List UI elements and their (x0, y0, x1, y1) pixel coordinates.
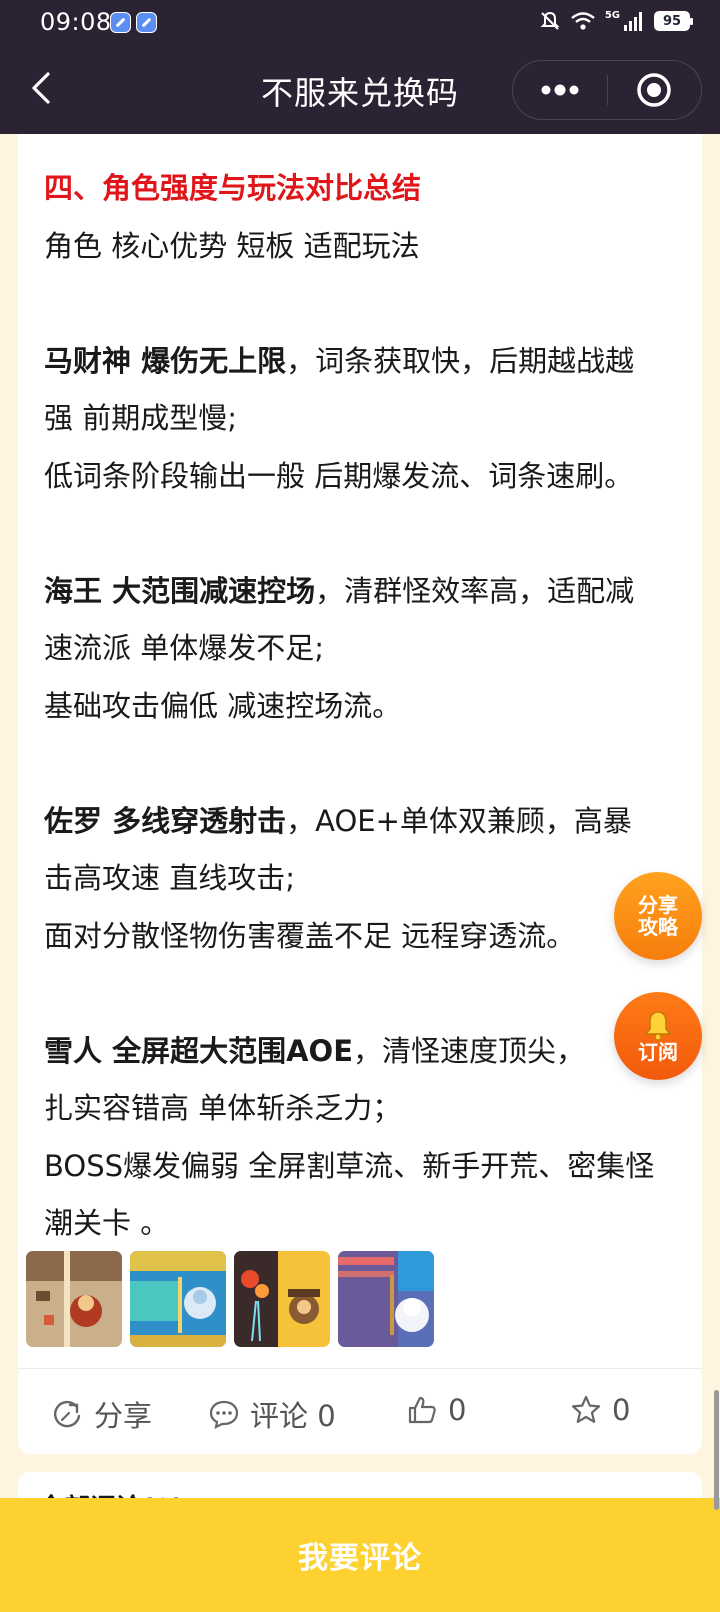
role-text: ，清群怪效率高，适配减 (315, 573, 635, 608)
share-action[interactable]: 分享 (52, 1393, 152, 1435)
thumbnail-image[interactable] (130, 1251, 226, 1347)
back-button[interactable] (24, 68, 58, 108)
role-text: ，词条获取快，后期越战越 (286, 343, 635, 378)
share-guide-label-line1: 分享 (638, 893, 678, 917)
role-line: 雪人 全屏超大范围AOE，清怪速度顶尖， (44, 1023, 704, 1081)
favorite-count: 0 (612, 1393, 631, 1427)
role-line: 海王 大范围减速控场，清群怪效率高，适配减 (44, 563, 704, 621)
thumbs-up-icon (408, 1396, 436, 1424)
mute-bell-icon (540, 11, 560, 30)
like-count: 0 (448, 1393, 467, 1427)
role-name: 海王 大范围减速控场 (44, 573, 316, 608)
role-line: 佐罗 多线穿透射击，AOE+单体双兼顾，高暴 (44, 793, 704, 851)
scrollbar[interactable] (714, 1390, 719, 1510)
status-time: 09:08 (40, 8, 112, 36)
role-line: 击高攻速 直线攻击; (44, 861, 295, 895)
favorite-action[interactable]: 0 (570, 1393, 630, 1427)
role-line: 速流派 单体爆发不足; (44, 631, 324, 665)
image-gallery (26, 1251, 434, 1347)
role-name: 雪人 全屏超大范围AOE (44, 1033, 354, 1068)
thumbnail-image[interactable] (338, 1251, 434, 1347)
role-line: 面对分散怪物伤害覆盖不足 远程穿透流。 (44, 918, 576, 953)
role-line: 强 前期成型慢; (44, 401, 237, 435)
role-name: 佐罗 多线穿透射击 (44, 803, 287, 838)
bell-icon (644, 1011, 672, 1041)
role-line: 潮关卡 。 (44, 1206, 170, 1240)
article-action-bar: 分享 评论 0 0 0 (18, 1369, 702, 1454)
game-screenshot-image (234, 1251, 330, 1347)
more-dots-icon (541, 84, 579, 96)
game-screenshot-image (338, 1251, 434, 1347)
battery-icon: 95 (654, 11, 693, 31)
article-card: 四、角色强度与玩法对比总结 角色 核心优势 短板 适配玩法 马财神 爆伤无上限，… (18, 134, 702, 1454)
thumbnail-image[interactable] (26, 1251, 122, 1347)
like-action[interactable]: 0 (406, 1393, 466, 1427)
role-line: 低词条阶段输出一般 后期爆发流、词条速刷。 (44, 458, 634, 493)
mini-program-capsule (512, 60, 702, 120)
role-line: 扎实容错高 单体斩杀乏力； (44, 1091, 402, 1125)
close-mini-program-button[interactable] (608, 61, 702, 119)
app-notification-icon (136, 12, 157, 33)
star-icon (571, 1395, 601, 1423)
share-label: 分享 (94, 1399, 153, 1433)
more-menu-button[interactable] (513, 61, 607, 119)
status-indicators: 5G 95 (539, 9, 693, 32)
app-notification-icon (110, 12, 131, 33)
role-name: 马财神 爆伤无上限 (44, 343, 287, 378)
subscribe-label: 订阅 (638, 1040, 678, 1064)
chevron-left-icon (32, 72, 50, 104)
role-line: 基础攻击偏低 减速控场流。 (44, 688, 402, 723)
thumbnail-image[interactable] (234, 1251, 330, 1347)
subscribe-floating-button[interactable]: 订阅 (614, 992, 702, 1080)
share-guide-floating-button[interactable]: 分享 攻略 (614, 872, 702, 960)
role-line: BOSS爆发偏弱 全屏割草流、新手开荒、密集怪 (44, 1148, 655, 1183)
comment-action[interactable]: 评论 0 (208, 1393, 336, 1435)
game-screenshot-image (26, 1251, 122, 1347)
article-content: 四、角色强度与玩法对比总结 角色 核心优势 短板 适配玩法 马财神 爆伤无上限，… (44, 160, 704, 1253)
write-comment-button[interactable]: 我要评论 (0, 1498, 720, 1612)
network-type-label: 5G (604, 9, 620, 21)
role-text: ，AOE+单体双兼顾，高暴 (286, 803, 632, 838)
game-screenshot-image (130, 1251, 226, 1347)
share-guide-label-line2: 攻略 (638, 915, 678, 939)
share-refresh-icon (53, 1400, 81, 1428)
role-line: 马财神 爆伤无上限，词条获取快，后期越战越 (44, 333, 704, 391)
top-bar: 09:08 5G 95 不服来兑换码 (0, 0, 720, 134)
table-header-line: 角色 核心优势 短板 适配玩法 (44, 228, 420, 263)
wifi-icon (571, 12, 595, 30)
comment-label: 评论 0 (250, 1399, 336, 1433)
signal-icon (624, 12, 642, 31)
target-circle-icon (637, 73, 671, 107)
status-notification-icons (110, 12, 157, 33)
section-heading: 四、角色强度与玩法对比总结 (44, 171, 422, 205)
role-text: ，清怪速度顶尖， (353, 1033, 586, 1068)
comment-bubble-icon (209, 1400, 239, 1429)
